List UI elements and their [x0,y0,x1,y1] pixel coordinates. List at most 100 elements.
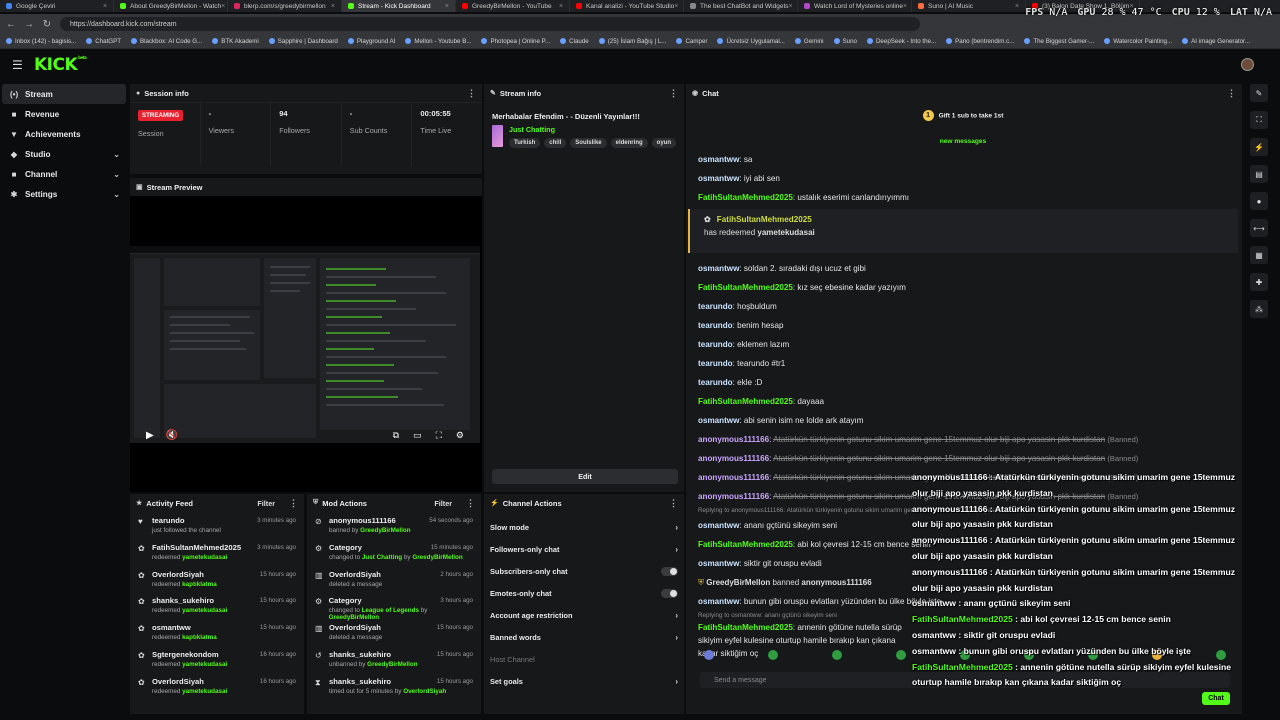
new-messages-divider[interactable]: new messages [686,138,1240,145]
feed-item[interactable]: ✿ OverlordSiyah redeemed kaptıklatma 15 hou… [130,566,304,593]
toggle-switch[interactable] [661,588,678,598]
sidebar-item-revenue[interactable]: ■ Revenue [2,104,126,124]
sidebar-item-channel[interactable]: ■ Channel ⌄ [2,164,126,184]
close-icon[interactable]: × [103,3,107,10]
group-icon[interactable]: ⁂ [1250,300,1268,318]
more-icon[interactable]: ⋮ [289,498,298,509]
browser-tab[interactable]: GreedyBirMellon - YouTube × [456,0,570,12]
bookmark-item[interactable]: DeepSeek - Into the... [866,38,936,45]
channel-action-emotes-only-chat[interactable]: Emotes-only chat [484,582,684,604]
feed-name[interactable]: OverlordSiyah [329,570,382,579]
browser-tab[interactable]: Watch Lord of Mysteries online × [798,0,912,12]
close-icon[interactable]: × [221,3,225,10]
chat-username[interactable]: tearundo [698,321,733,330]
more-icon[interactable]: ⋮ [1227,88,1236,99]
feed-name[interactable]: shanks_sukehiro [329,650,418,659]
bookmark-item[interactable]: Pano (bentrendim.c... [946,38,1014,45]
feed-item[interactable]: ✿ Sgtergenekondom redeemed yametekudasai 16… [130,646,304,673]
feed-name[interactable]: shanks_sukehiro [329,677,446,686]
close-icon[interactable]: × [445,3,449,10]
feed-item[interactable]: ↺ shanks_sukehiro unbanned by GreedyBirMel… [307,646,481,673]
browser-tab[interactable]: Google Çeviri × [0,0,114,12]
close-icon[interactable]: × [789,3,793,10]
bookmark-item[interactable]: Ücretsiz Uygulamal... [717,38,785,45]
feed-name[interactable]: FatihSultanMehmed2025 [152,543,241,552]
feed-name[interactable]: OverlordSiyah [152,570,217,579]
bookmark-item[interactable]: AI image Generator... [1182,38,1250,45]
feed-sub-highlight[interactable]: yametekudasai [182,607,227,614]
close-icon[interactable]: × [903,3,907,10]
url-input[interactable]: https://dashboard.kick.com/stream [60,17,920,31]
feed-item[interactable]: ▥ OverlordSiyah deleted a message 2 hours a… [307,566,481,593]
calendar-icon[interactable]: ▦ [1250,246,1268,264]
channel-action-subscribers-only-chat[interactable]: Subscribers-only chat [484,560,684,582]
feed-item[interactable]: ⚙ Category changed to League of Legends by… [307,592,481,621]
back-icon[interactable]: ← [6,19,16,30]
browser-tab[interactable]: Stream - Kick Dashboard × [342,0,456,12]
feed-name[interactable]: osmantww [152,623,217,632]
bookmark-item[interactable]: Mellon - Youtube B... [405,38,471,45]
browser-tab[interactable]: blerp.com/s/greedybirmellon × [228,0,342,12]
feed-sub-highlight[interactable]: yametekudasai [182,661,227,668]
chat-username[interactable]: tearundo [698,302,733,311]
feed-name[interactable]: Sgtergenekondom [152,650,227,659]
feed-name[interactable]: tearundo [152,516,221,525]
channel-action-followers-only-chat[interactable]: Followers-only chat › [484,538,684,560]
feed-sub-highlight[interactable]: GreedyBirMellon [367,661,417,668]
feed-sub-highlight[interactable]: kaptıklatma [182,581,217,588]
feed-item[interactable]: ✿ OverlordSiyah redeemed yametekudasai 16 h… [130,673,304,700]
menu-icon[interactable]: ☰ [12,58,24,72]
bookmark-item[interactable]: (25) İslam Bağış | L... [598,38,666,45]
emote-icon[interactable] [704,650,714,660]
filter-button[interactable]: Filter [257,499,275,508]
bookmark-item[interactable]: Claude [560,38,589,45]
chat-username[interactable]: osmantww [698,155,739,164]
chat-username[interactable]: osmantww [698,597,739,606]
channel-action-slow-mode[interactable]: Slow mode › [484,516,684,538]
chat-username[interactable]: tearundo [698,378,733,387]
feed-item[interactable]: ▥ OverlordSiyah deleted a message 15 hours … [307,619,481,646]
video-player[interactable]: ▶ 🔇 ⧉ ▭ ⛶ ⚙ [130,196,482,492]
sidebar-item-settings[interactable]: ✱ Settings ⌄ [2,184,126,204]
feed-sub-highlight[interactable]: League of Legends [362,607,419,614]
browser-tab[interactable]: About GreedyBirMellon - Watch × [114,0,228,12]
gift-banner[interactable]: 1 Gift 1 sub to take 1st [686,110,1240,121]
close-icon[interactable]: × [559,3,563,10]
bookmark-item[interactable]: Photopea | Online P... [481,38,550,45]
mod-user[interactable]: GreedyBirMellon [706,578,770,587]
more-icon[interactable]: ⋮ [467,88,476,99]
stream-tag[interactable]: eldenring [610,138,648,148]
feed-sub-highlight[interactable]: GreedyBirMellon [412,554,462,561]
theater-icon[interactable]: ▭ [413,430,422,441]
chat-username[interactable]: anonymous111166 [698,435,769,444]
mute-icon[interactable]: 🔇 [166,430,178,441]
chat-username[interactable]: anonymous111166 [698,454,769,463]
bookmark-item[interactable]: ChatGPT [86,38,121,45]
link-icon[interactable]: ⟷ [1250,219,1268,237]
play-icon[interactable]: ▶ [146,430,154,441]
wrench-icon[interactable]: ✚ [1250,273,1268,291]
bookmark-item[interactable]: Suno [833,38,857,45]
more-icon[interactable]: ⋮ [669,88,678,99]
chat-username[interactable]: anonymous111166 [698,492,769,501]
close-icon[interactable]: × [331,3,335,10]
category-name[interactable]: Just Chatting [509,125,676,134]
bookmark-item[interactable]: Playground AI [347,38,395,45]
chat-username[interactable]: FatihSultanMehmed2025 [698,283,793,292]
fullscreen-icon[interactable]: ⛶ [436,430,442,441]
chat-username[interactable]: tearundo [698,359,733,368]
chat-username[interactable]: tearundo [698,340,733,349]
chat-username[interactable]: osmantww [698,521,739,530]
feed-item[interactable]: ✿ shanks_sukehiro redeemed yametekudasai 15… [130,592,304,619]
edit-button[interactable]: Edit [492,469,678,484]
kick-logo[interactable]: KICKbeta [34,55,87,75]
feed-name[interactable]: OverlordSiyah [152,677,227,686]
bookmark-item[interactable]: BTK Akademi [212,38,259,45]
note-icon[interactable]: ▤ [1250,165,1268,183]
chat-send-button[interactable]: Chat [1202,692,1230,705]
edit-icon[interactable]: ✎ [1250,84,1268,102]
chat-username[interactable]: anonymous111166 [698,473,769,482]
emote-icon[interactable] [768,650,778,660]
feed-sub-highlight[interactable]: yametekudasai [182,554,227,561]
bolt-icon[interactable]: ⚡ [1250,138,1268,156]
